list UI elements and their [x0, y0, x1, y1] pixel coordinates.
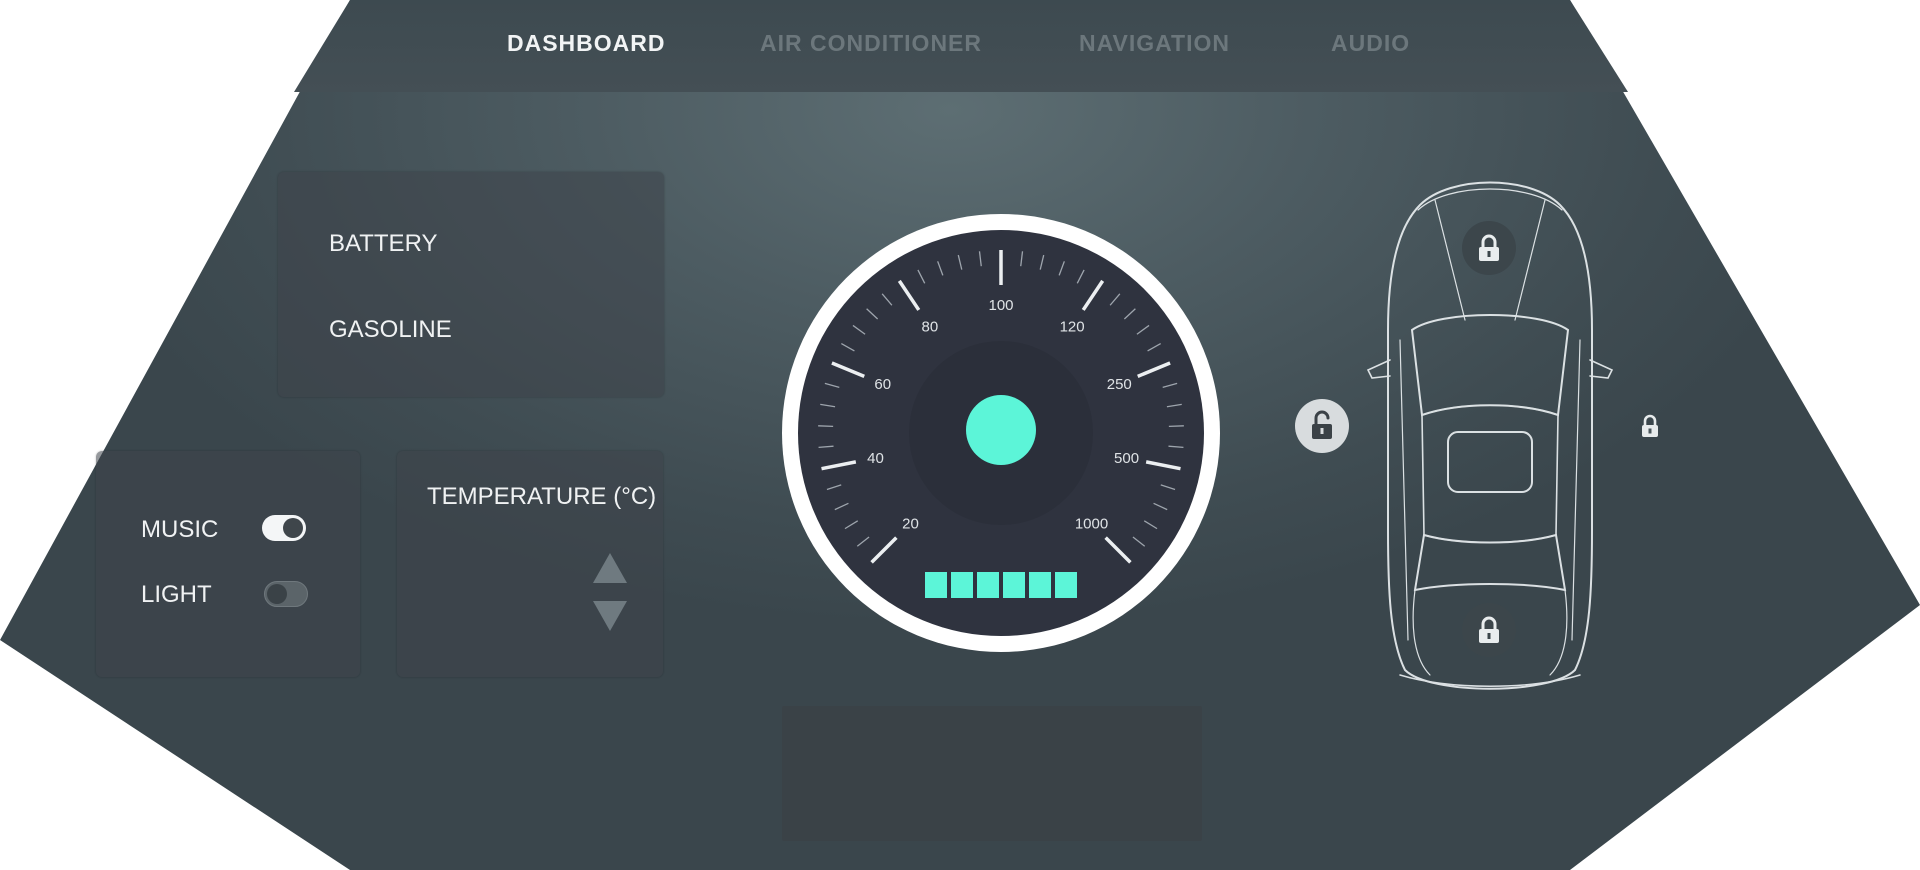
speedometer-hub	[966, 395, 1036, 465]
speedometer-bar-segment	[1029, 572, 1051, 598]
temperature-down-button[interactable]	[593, 601, 627, 631]
tab-air-conditioner[interactable]: AIR CONDITIONER	[760, 30, 982, 57]
speedometer-bar-segment	[977, 572, 999, 598]
nav-tabs: DASHBOARD AIR CONDITIONER NAVIGATION AUD…	[0, 30, 1920, 64]
speedometer: 20 40 60 80 100 120 250 500 1000	[782, 214, 1220, 652]
left-door-lock-button[interactable]	[1295, 399, 1349, 453]
bottom-display-panel	[782, 706, 1202, 841]
rear-lock-button[interactable]	[1462, 603, 1516, 657]
temperature-panel: TEMPERATURE (°C)	[397, 451, 663, 677]
light-label: LIGHT	[141, 581, 212, 608]
lock-icon	[1642, 414, 1658, 437]
speedometer-tick-label: 500	[1114, 450, 1139, 467]
speedometer-tick-label: 80	[922, 319, 939, 336]
car-top-view	[1360, 170, 1620, 710]
controls-panel: MUSIC LIGHT	[96, 451, 360, 677]
toggle-knob	[283, 518, 303, 538]
speedometer-tick-label: 100	[988, 297, 1013, 314]
tab-audio[interactable]: AUDIO	[1331, 30, 1410, 57]
speedometer-bar-segment	[925, 572, 947, 598]
tab-navigation[interactable]: NAVIGATION	[1079, 30, 1230, 57]
light-toggle[interactable]	[264, 581, 308, 607]
dashboard-screen: DASHBOARD AIR CONDITIONER NAVIGATION AUD…	[0, 0, 1920, 870]
minor-tick	[818, 425, 834, 428]
speedometer-tick-label: 250	[1107, 376, 1132, 393]
front-lock-button[interactable]	[1462, 221, 1516, 275]
speedometer-tick-label: 20	[902, 516, 919, 533]
speedometer-tick-label: 40	[867, 450, 884, 467]
music-label: MUSIC	[141, 516, 219, 543]
speedometer-tick-label: 1000	[1075, 516, 1108, 533]
tab-dashboard[interactable]: DASHBOARD	[507, 30, 666, 57]
temperature-label: TEMPERATURE (°C)	[427, 483, 657, 510]
minor-tick	[1168, 425, 1184, 428]
lock-icon	[1479, 616, 1499, 643]
speedometer-graphic: 20 40 60 80 100 120 250 500 1000	[782, 214, 1220, 652]
gasoline-label: GASOLINE	[329, 316, 452, 343]
speedometer-tick-label: 60	[874, 376, 891, 393]
speedometer-bar-segment	[1003, 572, 1025, 598]
music-toggle[interactable]	[262, 515, 306, 541]
energy-panel: BATTERY GASOLINE	[278, 172, 664, 397]
battery-label: BATTERY	[329, 230, 438, 257]
right-door-lock-button[interactable]	[1633, 409, 1667, 443]
toggle-knob	[267, 584, 287, 604]
temperature-up-button[interactable]	[593, 553, 627, 583]
unlock-icon	[1312, 410, 1332, 439]
speedometer-bar-segment	[951, 572, 973, 598]
lock-icon	[1479, 234, 1499, 261]
speedometer-bar-segment	[1055, 572, 1077, 598]
speedometer-tick-label: 120	[1060, 319, 1085, 336]
